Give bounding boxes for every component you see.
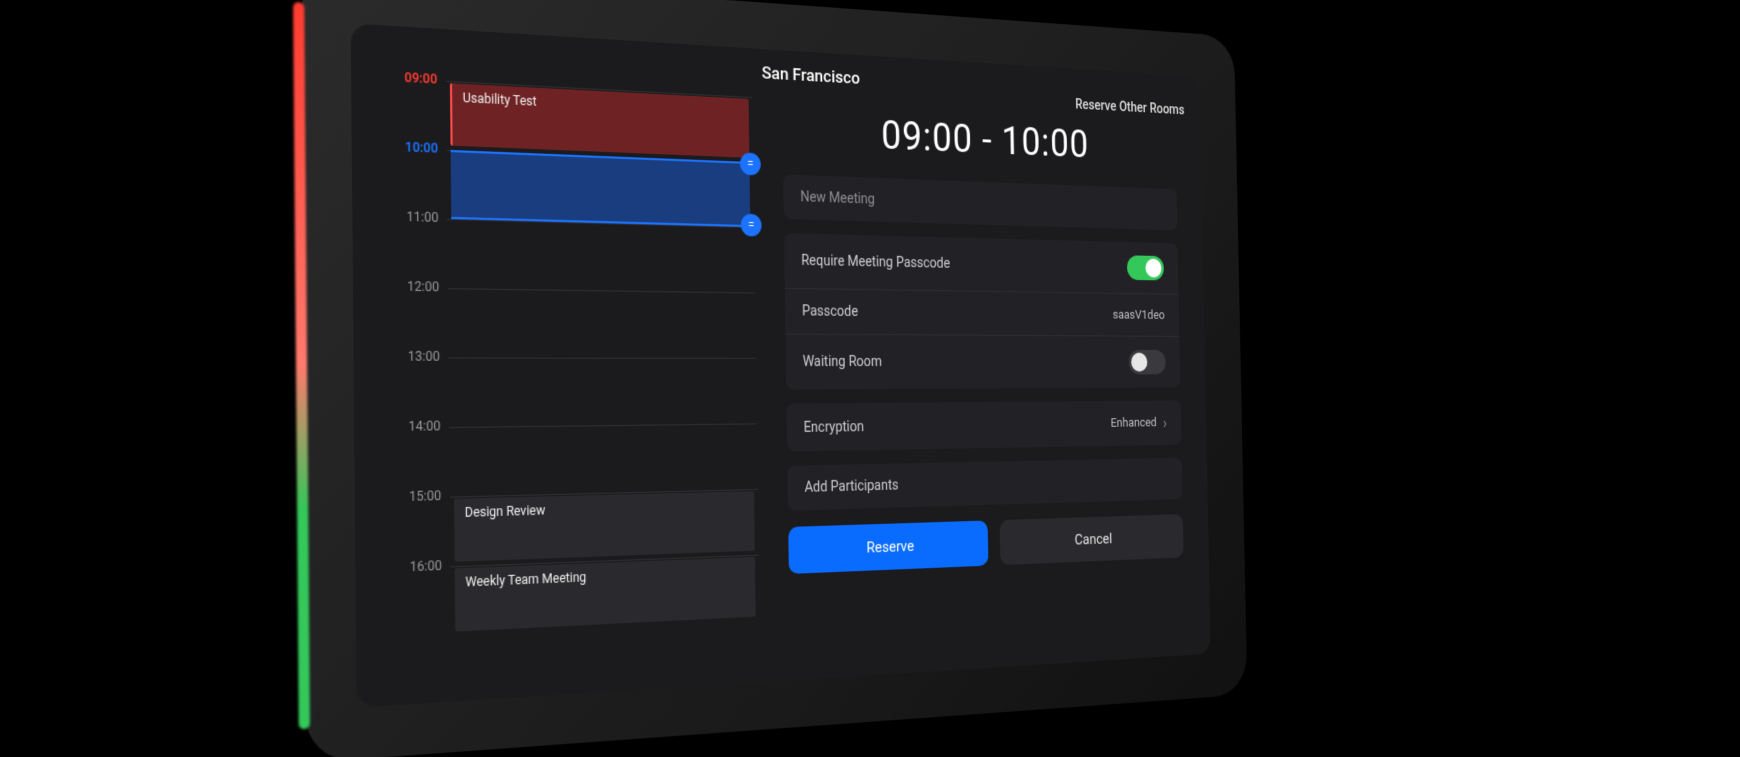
hour-line	[450, 555, 758, 568]
selection-handle-top[interactable]: =	[740, 152, 761, 175]
cancel-button[interactable]: Cancel	[1000, 514, 1184, 565]
hour-line	[447, 219, 754, 228]
hour-row[interactable]: 16:00	[399, 555, 760, 639]
require-passcode-toggle[interactable]	[1127, 255, 1164, 280]
main-body: 09:0010:0011:0012:0013:0014:0015:0016:00…	[351, 67, 1211, 708]
chevron-right-icon: ›	[1163, 414, 1167, 432]
encryption-value: Enhanced	[1111, 416, 1157, 431]
hour-label: 12:00	[392, 279, 439, 295]
passcode-label: Passcode	[802, 303, 858, 320]
hour-line	[449, 423, 757, 428]
calendar-event[interactable]: Design Review	[454, 491, 755, 562]
hour-row[interactable]: 13:00	[397, 357, 757, 427]
hour-label: 11:00	[391, 209, 438, 226]
passcode-value: saasV1deo	[1113, 308, 1165, 323]
hour-line	[450, 489, 758, 498]
encryption-row[interactable]: Encryption Enhanced ›	[787, 401, 1182, 452]
hour-label: 09:00	[390, 69, 437, 87]
hour-label: 16:00	[395, 558, 442, 575]
waiting-room-toggle[interactable]	[1129, 350, 1166, 375]
hour-row[interactable]: 14:00	[398, 423, 758, 498]
hour-row[interactable]: 10:00	[395, 148, 754, 228]
hour-label: 13:00	[393, 349, 440, 364]
app-screen: San Francisco Reserve Other Rooms 09:001…	[351, 23, 1211, 708]
hour-label: 14:00	[393, 418, 440, 434]
add-participants-row[interactable]: Add Participants	[787, 458, 1182, 511]
selection-handle-bottom[interactable]: =	[741, 214, 762, 237]
hour-line	[448, 288, 755, 293]
tablet-device: San Francisco Reserve Other Rooms 09:001…	[351, 23, 1211, 708]
hour-label: 15:00	[394, 488, 441, 504]
hour-row[interactable]: 15:00	[398, 489, 758, 568]
